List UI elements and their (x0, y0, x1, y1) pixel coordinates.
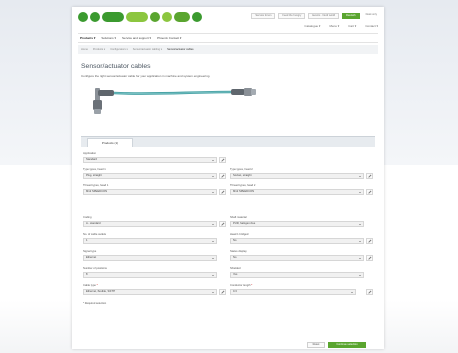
breadcrumb-item[interactable]: Sensor/actuator cabling ▾ (133, 48, 162, 51)
edit-icon (220, 222, 224, 226)
type-head1-edit-button[interactable] (219, 173, 226, 179)
thread-head2-label: Thread types, head 2 (230, 184, 256, 187)
coding-select[interactable]: A - standard (83, 221, 217, 227)
tab-products[interactable]: Products (1) (87, 138, 133, 147)
edit-icon (220, 174, 224, 178)
util-menu[interactable]: Menu ▾ (329, 24, 339, 28)
type-head2-edit-button[interactable] (366, 173, 373, 179)
required-mark: * (96, 284, 98, 287)
shaft-material-select[interactable]: PUR, halogen-free (230, 221, 364, 227)
type-head1-label: Type types, head 1 (83, 168, 106, 171)
nav-service[interactable]: Service and support ▾ (122, 36, 151, 40)
conductor-length-label: Conductor length * (230, 284, 253, 287)
edit-icon (367, 174, 371, 178)
edit-icon (220, 190, 224, 194)
application-select[interactable]: Standard (83, 157, 217, 163)
edit-icon (367, 256, 371, 260)
application-edit-button[interactable] (219, 157, 226, 163)
cable-type-label: Cable type * (83, 284, 98, 287)
configuration-form: Products (1) Application Standard Type t… (81, 136, 375, 348)
thread-head2-select[interactable]: M12 SPEEDCON (230, 189, 364, 195)
head-bridged-label: Head 1 bridged (230, 233, 249, 236)
brand-logo[interactable] (78, 12, 202, 22)
cable-type-edit-button[interactable] (219, 289, 226, 295)
edit-icon (367, 239, 371, 243)
cable-outlets-label: No. of cable outlets (83, 233, 107, 236)
top-links: Service forum Feed the hungry Events · N… (251, 13, 380, 19)
thread-head2-edit-button[interactable] (366, 189, 373, 195)
cable-type-select[interactable]: Ethernet, flexible, S/FTP (83, 289, 217, 295)
cable-image (93, 88, 256, 114)
type-head2-select[interactable]: Socket, straight (230, 173, 364, 179)
signal-type-select[interactable]: Ethernet (83, 255, 217, 261)
util-catalogue[interactable]: Catalogue ▾ (304, 24, 320, 28)
thread-head1-label: Thread types, head 1 (83, 184, 109, 187)
top-link[interactable]: Feed the hungry (278, 13, 306, 19)
page-title: Sensor/actuator cables (81, 63, 151, 70)
nav-products[interactable]: Products ▾ (80, 36, 95, 40)
cable-outlets-select[interactable]: 1 (83, 238, 217, 244)
head-bridged-select[interactable]: No (230, 238, 364, 244)
thread-head1-select[interactable]: M12 SPEEDCON (83, 189, 217, 195)
cable-illustration (72, 80, 384, 120)
positions-select[interactable]: 8 (83, 272, 217, 278)
edit-icon (220, 158, 224, 162)
head-bridged-edit-button[interactable] (366, 238, 373, 244)
shielded-select[interactable]: Yes (230, 272, 364, 278)
util-cart[interactable]: Cart ▾ (348, 24, 356, 28)
edit-icon (220, 290, 224, 294)
utility-nav: Catalogue ▾ Menu ▾ Cart ▾ Contact ▾ (304, 24, 378, 28)
util-contact[interactable]: Contact ▾ (365, 24, 378, 28)
thread-head1-edit-button[interactable] (219, 189, 226, 195)
configurator-page: Service forum Feed the hungry Events · N… (72, 7, 384, 349)
main-nav: Products ▾ Solutions ▾ Service and suppo… (78, 33, 378, 43)
shaft-material-label: Shaft material (230, 216, 247, 219)
language-button[interactable]: Deutsch (342, 13, 360, 19)
nav-solutions[interactable]: Solutions ▾ (101, 36, 116, 40)
edit-icon (367, 290, 371, 294)
top-link[interactable]: Events · Nerd world (308, 13, 340, 19)
conductor-length-edit-button[interactable] (366, 289, 373, 295)
top-bar: Service forum Feed the hungry Events · N… (72, 7, 384, 31)
breadcrumb-current: Sensor/actuator cables (167, 48, 194, 51)
page-intro: Configure the right sensor/actuator cabl… (81, 74, 211, 78)
application-label: Application (83, 152, 97, 155)
edit-icon (367, 190, 371, 194)
coding-edit-button[interactable] (219, 221, 226, 227)
required-mark: * (251, 284, 253, 287)
breadcrumb: Home Products ▾ Configurators ▾ Sensor/a… (78, 45, 378, 54)
positions-label: Number of positions (83, 267, 107, 270)
top-link[interactable]: Desk only (363, 13, 380, 19)
status-display-select[interactable]: No (230, 255, 364, 261)
conductor-length-select[interactable]: 0.3 (230, 289, 356, 295)
breadcrumb-item[interactable]: Configurators ▾ (110, 48, 128, 51)
type-head2-label: Type types, head 2 (230, 168, 253, 171)
breadcrumb-item[interactable]: Home (81, 48, 88, 51)
coding-label: Coding (83, 216, 92, 219)
required-footnote: * Required selection (83, 302, 107, 305)
shielded-label: Shielded (230, 267, 241, 270)
type-head1-select[interactable]: Plug, straight (83, 173, 217, 179)
status-display-label: Status display (230, 250, 247, 253)
signal-type-label: Signal type (83, 250, 97, 253)
continue-button[interactable]: Continue selection (328, 342, 366, 348)
breadcrumb-item[interactable]: Products ▾ (93, 48, 105, 51)
status-display-edit-button[interactable] (366, 255, 373, 261)
top-link[interactable]: Service forum (251, 13, 276, 19)
nav-company[interactable]: Phoenix Contact ▾ (157, 36, 181, 40)
reset-button[interactable]: Reset (307, 342, 325, 348)
